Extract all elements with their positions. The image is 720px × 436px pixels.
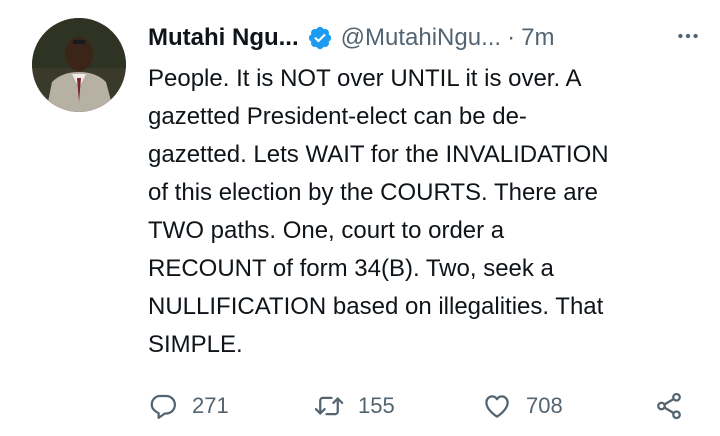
tweet-actions: 271 155 708 — [148, 388, 708, 424]
reply-icon — [150, 394, 176, 419]
tweet-header: Mutahi Ngu... @MutahiNgu... · 7m — [148, 20, 700, 56]
heart-icon — [485, 395, 509, 418]
retweet-count: 155 — [358, 393, 395, 418]
separator-dot: · — [507, 24, 516, 51]
timestamp[interactable]: 7m — [521, 24, 554, 52]
share-icon — [657, 392, 681, 420]
more-horizontal-icon[interactable] — [670, 18, 706, 54]
like-button[interactable]: 708 — [482, 388, 563, 424]
retweet-button[interactable]: 155 — [314, 388, 395, 424]
avatar[interactable] — [32, 18, 126, 112]
tweet-text: People. It is NOT over UNTIL it is over.… — [148, 65, 609, 358]
verified-badge-icon — [307, 25, 333, 51]
reply-button[interactable]: 271 — [148, 388, 229, 424]
user-handle[interactable]: @MutahiNgu... — [341, 24, 501, 52]
retweet-icon — [314, 396, 344, 416]
share-button[interactable] — [654, 388, 698, 424]
display-name[interactable]: Mutahi Ngu... — [148, 24, 299, 52]
reply-count: 271 — [192, 393, 229, 418]
avatar-image — [32, 18, 126, 112]
like-count: 708 — [526, 393, 563, 418]
